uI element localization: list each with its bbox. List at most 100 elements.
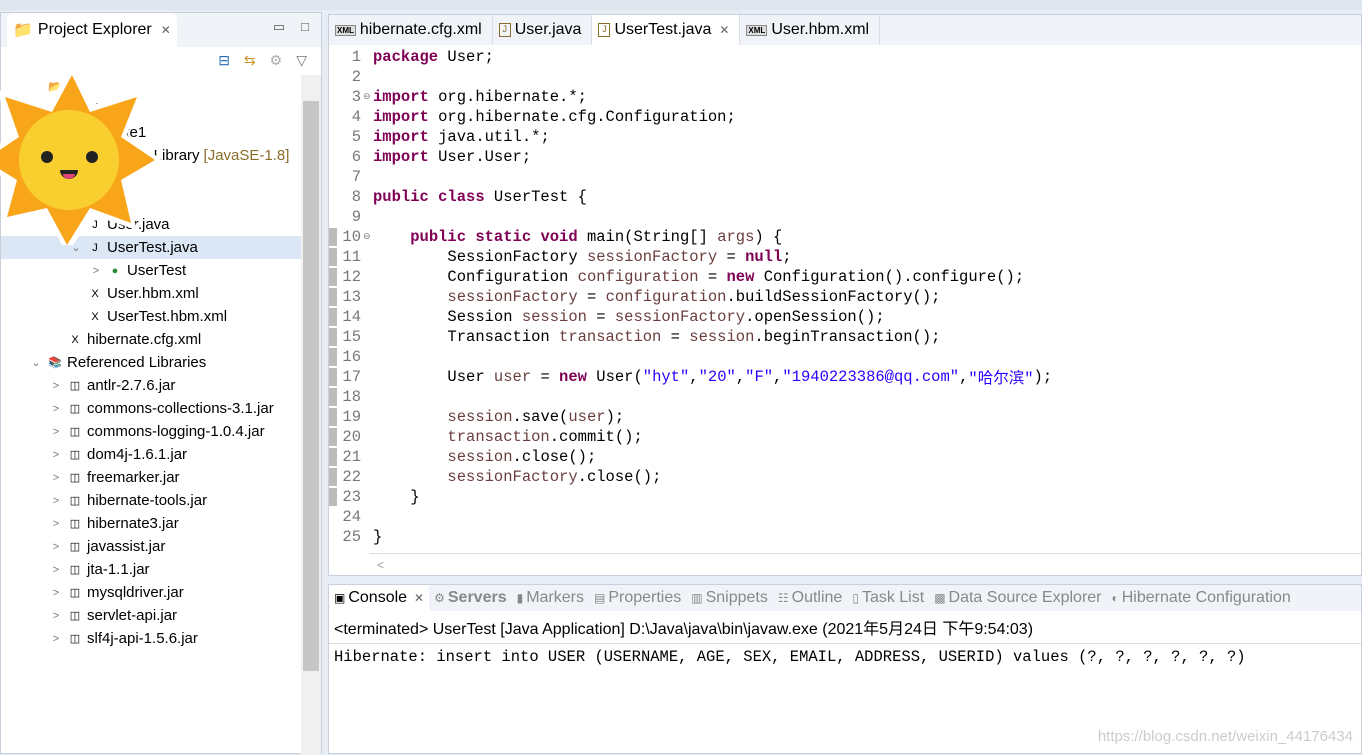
tree-item-label: jta-1.1.jar	[87, 561, 150, 578]
xml-file-icon: XML	[335, 24, 356, 36]
tree-item-label: User.hbm.xml	[107, 285, 199, 302]
code-token: );	[1033, 368, 1053, 386]
tree-item-label: antlr-2.7.6.jar	[87, 377, 176, 394]
tree-item[interactable]: X UserTest.hbm.xml	[1, 305, 301, 328]
code-token: ) {	[754, 228, 783, 246]
tree-item[interactable]: > ◫ commons-logging-1.0.4.jar	[1, 420, 301, 443]
horizontal-scrollbar[interactable]: <	[369, 553, 1361, 575]
tree-item[interactable]: > ● UserTest	[1, 259, 301, 282]
tree-item[interactable]: > ◫ antlr-2.7.6.jar	[1, 374, 301, 397]
chevron-right-icon[interactable]: >	[49, 472, 63, 484]
line-number: 21	[329, 448, 363, 466]
code-token: }	[373, 488, 420, 506]
tree-item[interactable]: > ◫ slf4j-api-1.5.6.jar	[1, 627, 301, 650]
code-line: 12 Configuration configuration = new Con…	[329, 267, 1361, 287]
tree-item[interactable]: > ◫ javassist.jar	[1, 535, 301, 558]
close-icon[interactable]: ✕	[161, 23, 171, 37]
editor-tab[interactable]: XML hibernate.cfg.xml	[329, 15, 493, 45]
line-number: 10	[329, 228, 363, 246]
code-area[interactable]: 1 package User; 2 3 ⊖ import org.hibernate.*;…	[329, 47, 1361, 553]
tree-item[interactable]: X User.hbm.xml	[1, 282, 301, 305]
code-token: .close();	[512, 448, 597, 466]
chevron-right-icon[interactable]: >	[49, 495, 63, 507]
line-number: 22	[329, 468, 363, 486]
link-editor-icon[interactable]: ⇆	[244, 52, 256, 69]
chevron-right-icon[interactable]: >	[49, 426, 63, 438]
line-number: 25	[342, 528, 361, 546]
code-token: Configuration	[373, 268, 578, 286]
editor-tab[interactable]: J User.java	[493, 15, 593, 45]
minimize-icon[interactable]: ▭	[273, 19, 285, 35]
jar-icon: ◫	[69, 517, 81, 530]
code-token: }	[373, 528, 383, 546]
xml-icon: X	[91, 310, 99, 323]
line-number: 9	[351, 208, 361, 226]
tasklist-icon: ▯	[852, 591, 859, 605]
code-token: configuration	[577, 268, 699, 286]
tree-item[interactable]: > ◫ freemarker.jar	[1, 466, 301, 489]
tree-item[interactable]: > ◫ hibernate3.jar	[1, 512, 301, 535]
console-tab[interactable]: ▩ Data Source Explorer	[929, 589, 1106, 607]
jar-icon: ◫	[69, 563, 81, 576]
chevron-right-icon[interactable]: >	[49, 564, 63, 576]
markers-icon: ▮	[516, 591, 524, 605]
tab-project-explorer[interactable]: 📁 Project Explorer ✕	[7, 13, 177, 47]
console-tab[interactable]: ▣ Console ✕	[329, 585, 430, 611]
code-line: 18	[329, 387, 1361, 407]
close-icon[interactable]: ✕	[414, 591, 424, 605]
tree-item[interactable]: ⌄ 📚 Referenced Libraries	[1, 351, 301, 374]
chevron-down-icon[interactable]: ⌄	[29, 356, 43, 369]
chevron-right-icon[interactable]: >	[49, 610, 63, 622]
collapse-all-icon[interactable]: ⊟	[218, 52, 230, 69]
tree-item[interactable]: Xhibernate.cfg.xml	[1, 328, 301, 351]
tree-item-label: UserTest	[127, 262, 187, 279]
code-token: user	[493, 368, 532, 386]
close-icon[interactable]: ✕	[719, 23, 729, 37]
filter-icon[interactable]: ⚙	[270, 52, 283, 69]
tree-item[interactable]: > ◫ servlet-api.jar	[1, 604, 301, 627]
console-tab[interactable]: ▮ Markers	[512, 589, 589, 607]
chevron-right-icon[interactable]: >	[49, 633, 63, 645]
tree-item[interactable]: > ◫ dom4j-1.6.1.jar	[1, 443, 301, 466]
tree-item[interactable]: > ◫ commons-collections-3.1.jar	[1, 397, 301, 420]
tree-item[interactable]: > ◫ jta-1.1.jar	[1, 558, 301, 581]
chevron-right-icon[interactable]: >	[49, 449, 63, 461]
code-token: import	[373, 148, 439, 166]
chevron-right-icon[interactable]: >	[49, 403, 63, 415]
chevron-right-icon[interactable]: >	[49, 541, 63, 553]
maximize-icon[interactable]: □	[301, 19, 309, 35]
editor-tab[interactable]: XML User.hbm.xml	[740, 15, 881, 45]
line-number: 8	[351, 188, 361, 206]
code-token: =	[577, 288, 606, 306]
chevron-right-icon[interactable]: >	[49, 587, 63, 599]
editor-tab[interactable]: J UserTest.java ✕	[592, 15, 741, 45]
chevron-right-icon[interactable]: >	[49, 380, 63, 392]
code-token: User(	[596, 368, 643, 386]
fold-icon[interactable]: ⊖	[363, 232, 373, 242]
code-line: 3 ⊖ import org.hibernate.*;	[329, 87, 1361, 107]
code-line: 24	[329, 507, 1361, 527]
code-token: null	[745, 248, 783, 266]
console-tab[interactable]: ▤ Properties	[589, 589, 686, 607]
jar-icon: ◫	[69, 494, 81, 507]
console-tab[interactable]: ◐ Hibernate Configuration	[1107, 589, 1296, 607]
view-menu-icon[interactable]: ▽	[296, 52, 307, 69]
xml-icon: X	[71, 333, 79, 346]
code-line: 17 User user = new User("hyt", "20", "F", "…	[329, 367, 1361, 388]
scrollbar-thumb[interactable]	[303, 101, 319, 671]
fold-icon[interactable]: ⊖	[363, 92, 373, 102]
vertical-scrollbar[interactable]	[301, 75, 321, 755]
code-token: .buildSessionFactory();	[726, 288, 941, 306]
console-tab[interactable]: ☷ Outline	[773, 589, 847, 607]
tree-item[interactable]: > ◫ hibernate-tools.jar	[1, 489, 301, 512]
code-token: =	[586, 308, 615, 326]
chevron-right-icon[interactable]: >	[89, 265, 103, 277]
console-tab[interactable]: ⚙ Servers	[429, 589, 511, 607]
console-tab[interactable]: ▯ Task List	[847, 589, 929, 607]
tree-item[interactable]: > ◫ mysqldriver.jar	[1, 581, 301, 604]
chevron-right-icon[interactable]: >	[49, 518, 63, 530]
tree-item-label: dom4j-1.6.1.jar	[87, 446, 188, 463]
console-tab[interactable]: ▥ Snippets	[686, 589, 773, 607]
line-number: 13	[329, 288, 363, 306]
